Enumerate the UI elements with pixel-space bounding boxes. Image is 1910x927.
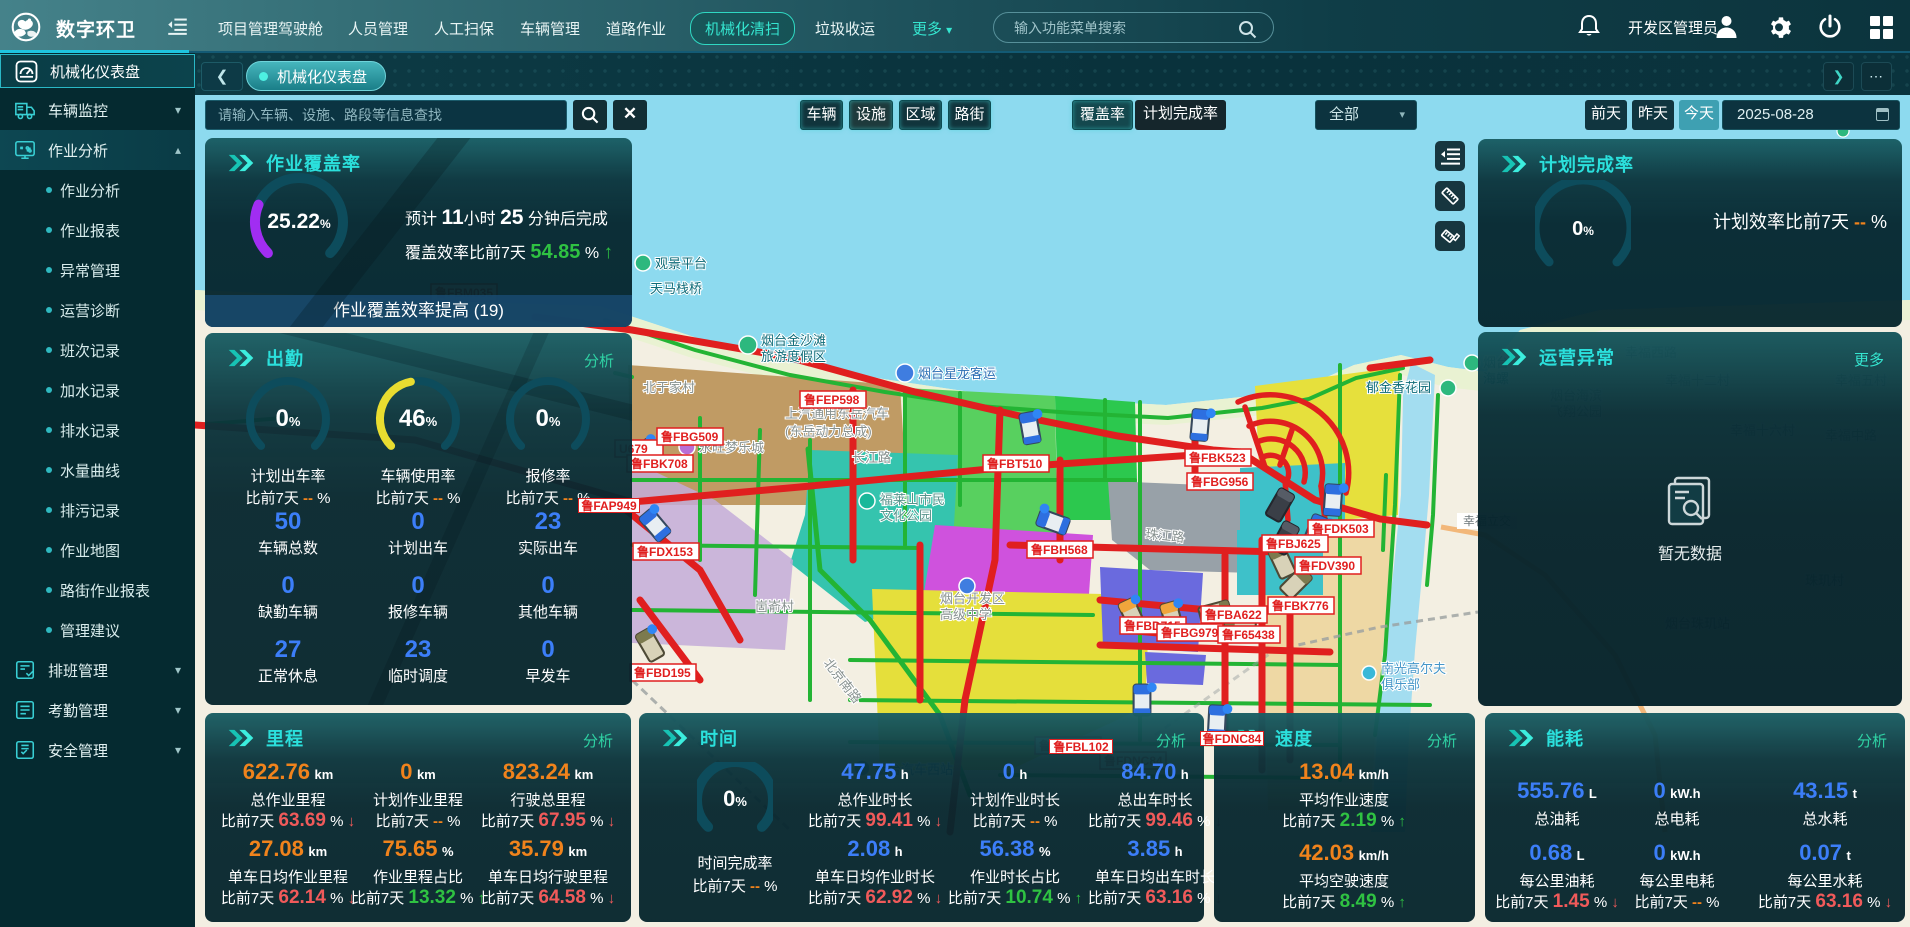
svg-text:鲁FBT510: 鲁FBT510: [986, 456, 1043, 471]
svg-text:鲁FBD195: 鲁FBD195: [633, 665, 691, 680]
svg-text:南光高尔夫: 南光高尔夫: [1381, 661, 1446, 676]
svg-text:鲁FBG979: 鲁FBG979: [1160, 625, 1219, 640]
svg-text:鲁FEP598: 鲁FEP598: [803, 392, 860, 407]
svg-text:长江路: 长江路: [852, 450, 891, 465]
svg-text:高级中学: 高级中学: [940, 607, 992, 622]
svg-text:鲁FBG956: 鲁FBG956: [1190, 474, 1249, 489]
svg-text:鲁FBK708: 鲁FBK708: [630, 456, 688, 471]
svg-text:崮嵛村: 崮嵛村: [755, 599, 794, 614]
svg-text:北于家村: 北于家村: [643, 380, 695, 395]
svg-text:旅游度假区: 旅游度假区: [761, 349, 826, 364]
svg-text:观景平台: 观景平台: [655, 256, 707, 271]
svg-text:文化公园: 文化公园: [880, 508, 932, 523]
svg-text:鲁FDV390: 鲁FDV390: [1298, 558, 1355, 573]
svg-text:天马栈桥: 天马栈桥: [650, 281, 702, 296]
svg-text:烟台星龙客运: 烟台星龙客运: [918, 366, 996, 381]
svg-text:(东岳动力总成): (东岳动力总成): [785, 424, 872, 439]
svg-text:鲁FBK776: 鲁FBK776: [1271, 598, 1329, 613]
svg-text:鲁FBJ625: 鲁FBJ625: [1265, 536, 1321, 551]
svg-text:鲁FBH568: 鲁FBH568: [1030, 542, 1088, 557]
svg-text:郁金香花园: 郁金香花园: [1366, 380, 1431, 395]
svg-text:鲁FDX153: 鲁FDX153: [636, 544, 693, 559]
svg-text:福莱山市民: 福莱山市民: [880, 492, 945, 507]
svg-text:鲁FBG509: 鲁FBG509: [660, 429, 719, 444]
svg-text:烟台金沙滩: 烟台金沙滩: [761, 333, 826, 348]
svg-text:鲁FBK523: 鲁FBK523: [1188, 450, 1246, 465]
svg-text:俱乐部: 俱乐部: [1381, 677, 1420, 692]
svg-text:鲁FDK503: 鲁FDK503: [1311, 521, 1369, 536]
svg-text:烟台开发区: 烟台开发区: [940, 591, 1005, 606]
svg-text:鲁FBA622: 鲁FBA622: [1204, 607, 1262, 622]
svg-text:鲁F65438: 鲁F65438: [1221, 627, 1275, 642]
